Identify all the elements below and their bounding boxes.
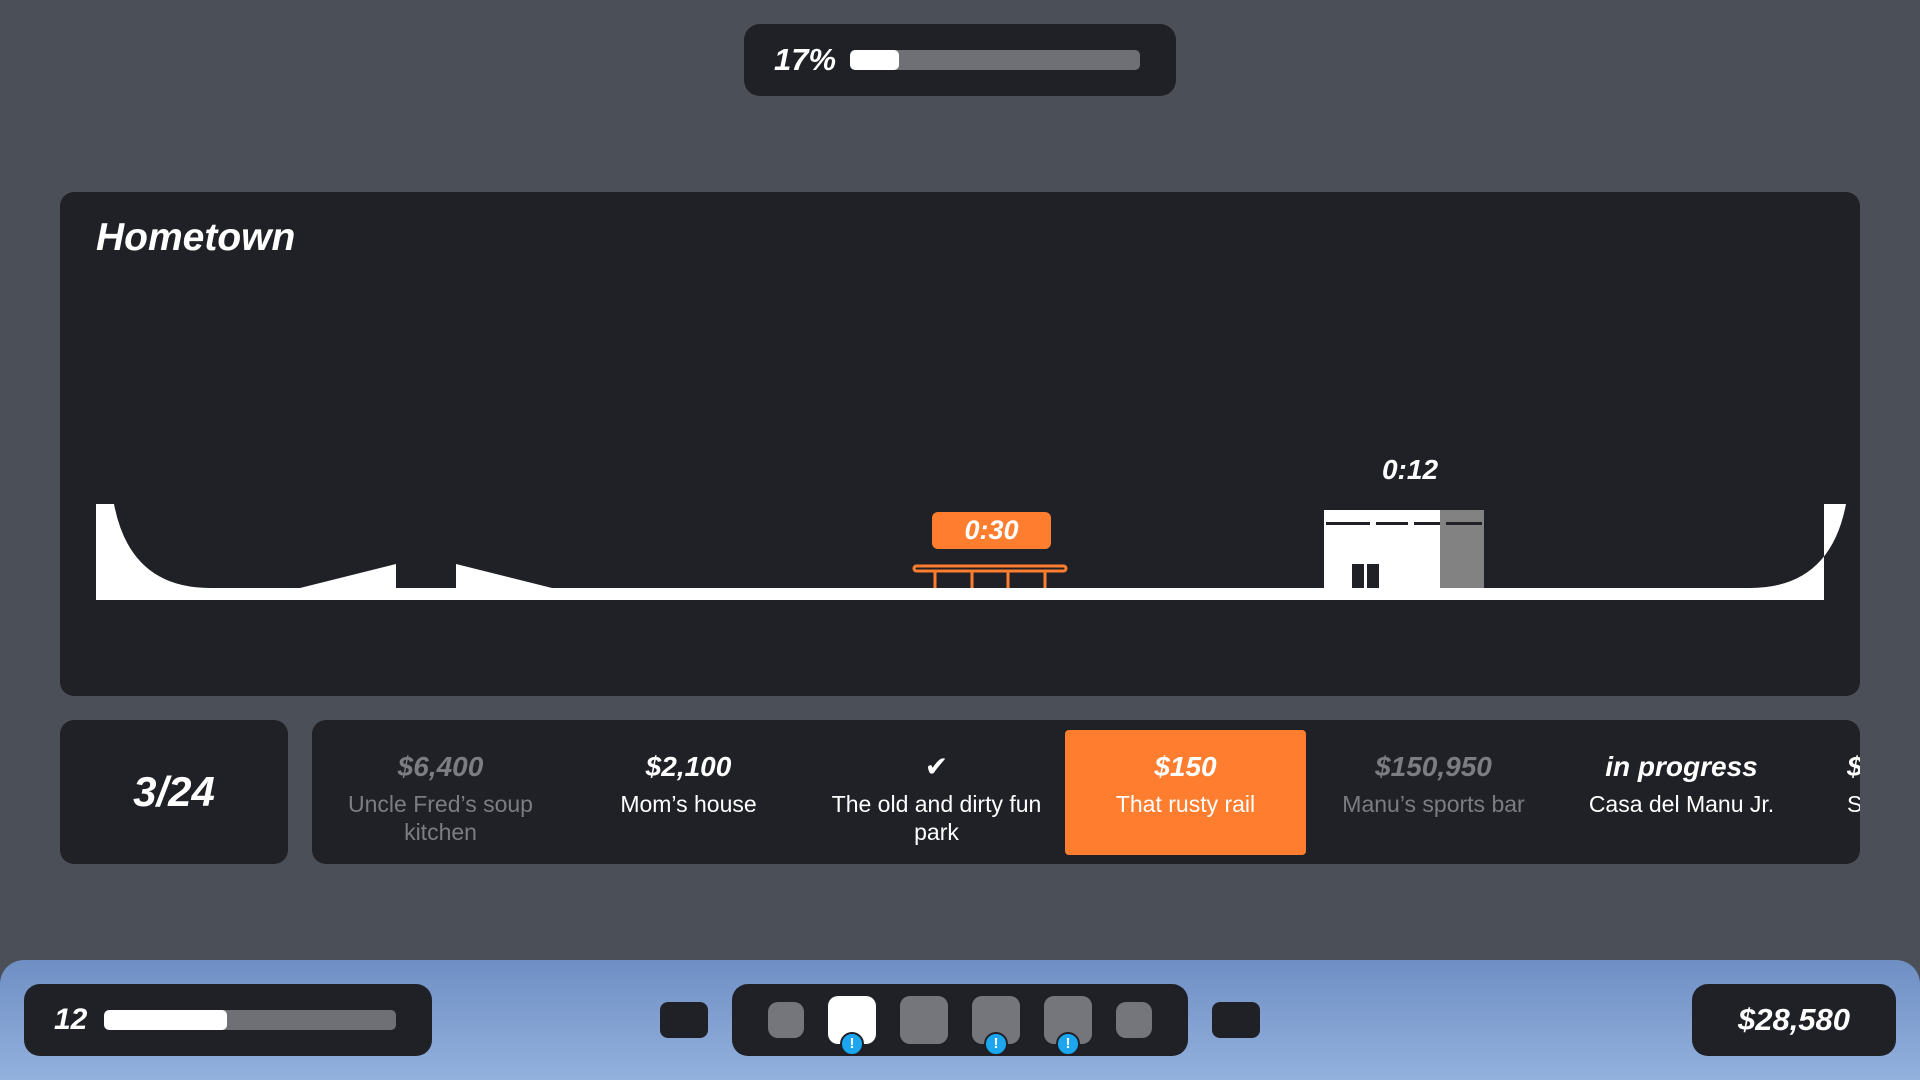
- xp-fill: [104, 1010, 227, 1030]
- progress-track: [850, 50, 1140, 70]
- xp-track: [104, 1010, 396, 1030]
- door: [1367, 564, 1379, 588]
- spot-card-fun-park[interactable]: ✔ The old and dirty fun park: [816, 730, 1057, 855]
- overall-progress: 17%: [744, 24, 1176, 96]
- sports-bar-building: [1324, 510, 1484, 588]
- menu-tabs: ! ! !: [732, 984, 1188, 1056]
- rusty-rail: [912, 564, 1068, 588]
- spot-name: Mom’s house: [620, 791, 757, 817]
- spot-name: Casa del Manu Jr.: [1588, 791, 1775, 817]
- spot-name: That rusty rail: [1115, 791, 1256, 817]
- spot-card-rusty-rail[interactable]: $150 That rusty rail: [1065, 730, 1306, 855]
- spot-price: $: [1847, 750, 1860, 784]
- spot-card-partial[interactable]: $ S: [1809, 730, 1860, 855]
- kicker-ramp: [456, 564, 552, 588]
- checkmark-icon: ✔: [924, 751, 949, 782]
- spot-name: S: [1847, 791, 1860, 817]
- spot-card-moms-house[interactable]: $2,100 Mom’s house: [568, 730, 809, 855]
- alert-icon: !: [1056, 1032, 1080, 1056]
- door: [1352, 564, 1364, 588]
- nav-right-button[interactable]: [1212, 1002, 1260, 1038]
- kicker-ramp: [300, 564, 396, 588]
- nav-left-button[interactable]: [660, 1002, 708, 1038]
- menu-tab-3[interactable]: [900, 996, 948, 1044]
- progress-fill: [850, 50, 900, 70]
- player-level: 12: [54, 1003, 88, 1036]
- rail-timer-badge[interactable]: 0:30: [932, 512, 1051, 549]
- spot-price: $6,400: [397, 751, 484, 782]
- spot-price: $150: [1154, 751, 1217, 782]
- spot-status: in progress: [1605, 751, 1758, 782]
- spot-name: Manu’s sports bar: [1342, 791, 1525, 817]
- spot-name: The old and dirty fun park: [831, 791, 1042, 845]
- spot-card-uncle-freds[interactable]: $6,400 Uncle Fred’s soup kitchen: [320, 730, 561, 855]
- alert-icon: !: [840, 1032, 864, 1056]
- progress-percent: 17%: [774, 42, 837, 77]
- spots-strip: $6,400 Uncle Fred’s soup kitchen $2,100 …: [312, 720, 1860, 864]
- money-display: $28,580: [1692, 984, 1896, 1056]
- bottom-bar: 12 ! ! ! $28,580: [0, 960, 1920, 1080]
- menu-tab-1[interactable]: [768, 1002, 804, 1038]
- spot-card-manus-sports-bar[interactable]: $150,950 Manu’s sports bar: [1313, 730, 1554, 855]
- spot-card-casa-del-manu[interactable]: in progress Casa del Manu Jr.: [1561, 730, 1802, 855]
- spot-name: Uncle Fred’s soup kitchen: [348, 791, 533, 845]
- spot-price: $150,950: [1375, 751, 1492, 782]
- level-scene: [96, 504, 1846, 600]
- building-timer: 0:12: [1381, 454, 1439, 485]
- spot-counter: 3/24: [60, 720, 288, 864]
- menu-tab-6[interactable]: [1116, 1002, 1152, 1038]
- alert-icon: !: [984, 1032, 1008, 1056]
- spot-price: $2,100: [645, 751, 732, 782]
- map-panel: Hometown 0:30 0:12: [60, 192, 1860, 696]
- player-level-panel: 12: [24, 984, 432, 1056]
